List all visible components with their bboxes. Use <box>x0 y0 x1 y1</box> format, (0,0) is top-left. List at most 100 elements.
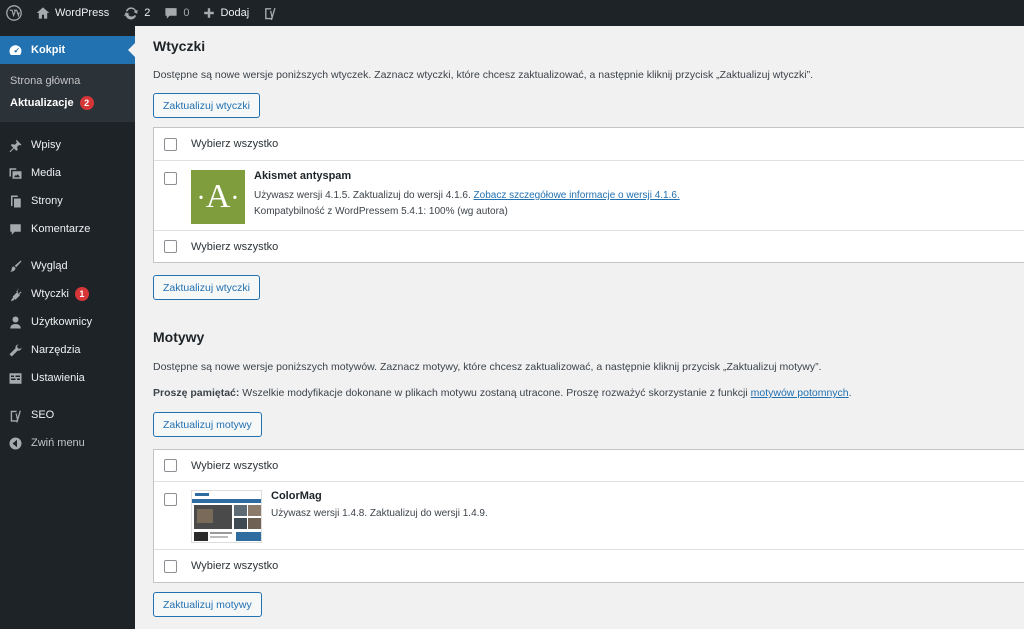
menu-posts-label: Wpisy <box>31 139 61 151</box>
menu-appearance[interactable]: Wygląd <box>0 252 135 280</box>
comments-menu[interactable]: 0 <box>157 0 196 26</box>
updates-badge: 2 <box>79 96 94 110</box>
themes-notice: Proszę pamiętać: Wszelkie modyfikacje do… <box>153 387 852 399</box>
updates-count: 2 <box>144 7 151 19</box>
menu-settings-label: Ustawienia <box>31 372 85 384</box>
site-name-menu[interactable]: WordPress <box>29 0 116 26</box>
update-plugins-button-top[interactable]: Zaktualizuj wtyczki <box>153 93 260 118</box>
dashboard-submenu: Strona główna Aktualizacje 2 <box>0 64 135 122</box>
menu-posts[interactable]: Wpisy <box>0 131 135 159</box>
plugin-name: Akismet antyspam <box>254 170 352 182</box>
updates-icon <box>124 7 138 20</box>
plugins-select-all-bottom: Wybierz wszystko <box>154 231 1024 262</box>
comments-count: 0 <box>183 7 190 19</box>
plugins-select-all-top: Wybierz wszystko <box>154 128 1024 161</box>
select-all-checkbox[interactable] <box>164 137 177 151</box>
akismet-logo: ·A· <box>191 170 245 224</box>
select-all-label[interactable]: Wybierz wszystko <box>191 138 278 150</box>
collapse-icon <box>9 437 22 449</box>
menu-comments[interactable]: Komentarze <box>0 215 135 243</box>
theme-checkbox[interactable] <box>164 493 177 506</box>
plugin-icon <box>11 288 22 301</box>
new-content-menu[interactable]: Dodaj <box>196 0 256 26</box>
menu-tools[interactable]: Narzędzia <box>0 336 135 364</box>
pin-icon <box>9 139 22 152</box>
menu-media[interactable]: Media <box>0 159 135 187</box>
menu-dashboard-label: Kokpit <box>31 44 66 56</box>
menu-tools-label: Narzędzia <box>31 344 81 356</box>
menu-collapse-label: Zwiń menu <box>31 437 85 449</box>
select-all-checkbox[interactable] <box>164 240 177 253</box>
submenu-updates[interactable]: Aktualizacje 2 <box>0 92 135 114</box>
plugin-version-text: Używasz wersji 4.1.5. Zaktualizuj do wer… <box>254 190 471 201</box>
menu-comments-label: Komentarze <box>31 223 91 235</box>
admin-bar: WordPress 2 0 Dodaj <box>0 0 1024 26</box>
themes-heading: Motywy <box>153 329 205 345</box>
plugin-info: Akismet antyspam Używasz wersji 4.1.5. Z… <box>254 170 680 220</box>
admin-sidebar: Kokpit Strona główna Aktualizacje 2 Wpis… <box>0 26 135 629</box>
user-icon <box>10 316 21 328</box>
submenu-home-label: Strona główna <box>10 75 81 87</box>
home-icon <box>36 7 50 19</box>
themes-notice-end: . <box>848 387 852 399</box>
plugins-description: Dostępne są nowe wersje poniższych wtycz… <box>153 69 813 81</box>
comment-icon <box>10 223 21 235</box>
menu-pages[interactable]: Strony <box>0 187 135 215</box>
plugins-table: Wybierz wszystko ·A· Akismet antyspam Uż… <box>153 127 1024 263</box>
plugin-compat: Kompatybilność z WordPressem 5.4.1: 100%… <box>254 206 508 217</box>
menu-users[interactable]: Użytkownicy <box>0 308 135 336</box>
plugin-details-link[interactable]: Zobacz szczegółowe informacje o wersji 4… <box>474 190 680 201</box>
child-themes-link[interactable]: motywów potomnych <box>751 387 849 399</box>
comment-icon <box>165 8 177 19</box>
themes-notice-bold: Proszę pamiętać: <box>153 387 240 399</box>
select-all-checkbox[interactable] <box>164 459 177 472</box>
themes-description: Dostępne są nowe wersje poniższych motyw… <box>153 361 822 373</box>
settings-icon <box>9 372 22 384</box>
theme-row-colormag: ColorMag Używasz wersji 1.4.8. Zaktualiz… <box>154 482 1024 550</box>
menu-appearance-label: Wygląd <box>31 260 68 272</box>
yoast-icon <box>265 8 276 20</box>
select-all-label[interactable]: Wybierz wszystko <box>191 241 278 253</box>
plugins-badge: 1 <box>74 287 89 301</box>
menu-settings[interactable]: Ustawienia <box>0 364 135 392</box>
plugin-row-akismet: ·A· Akismet antyspam Używasz wersji 4.1.… <box>154 161 1024 231</box>
plus-icon <box>204 8 215 18</box>
plugin-version-line: Używasz wersji 4.1.5. Zaktualizuj do wer… <box>254 188 680 204</box>
site-name: WordPress <box>55 7 110 19</box>
theme-info: ColorMag Używasz wersji 1.4.8. Zaktualiz… <box>271 490 488 522</box>
menu-seo-label: SEO <box>31 409 55 421</box>
themes-select-all-top: Wybierz wszystko <box>154 450 1024 482</box>
wordpress-logo-icon <box>6 5 22 21</box>
yoast-menu[interactable] <box>256 0 284 26</box>
select-all-label[interactable]: Wybierz wszystko <box>191 460 278 472</box>
colormag-screenshot <box>191 490 262 543</box>
page-icon <box>11 195 21 207</box>
menu-plugins[interactable]: Wtyczki 1 <box>0 280 135 308</box>
wp-logo-menu[interactable] <box>0 0 29 26</box>
submenu-home[interactable]: Strona główna <box>0 70 135 92</box>
menu-users-label: Użytkownicy <box>31 316 93 328</box>
update-themes-button-bottom[interactable]: Zaktualizuj motywy <box>153 592 262 617</box>
select-all-checkbox[interactable] <box>164 559 177 573</box>
plugin-checkbox[interactable] <box>164 172 177 185</box>
brush-icon <box>10 260 22 272</box>
theme-name: ColorMag <box>271 490 322 502</box>
themes-select-all-bottom: Wybierz wszystko <box>154 550 1024 582</box>
menu-pages-label: Strony <box>31 195 63 207</box>
plugins-heading: Wtyczki <box>153 38 206 54</box>
update-plugins-button-bottom[interactable]: Zaktualizuj wtyczki <box>153 275 260 300</box>
yoast-icon <box>10 410 21 422</box>
menu-plugins-label: Wtyczki <box>31 288 69 300</box>
menu-dashboard[interactable]: Kokpit <box>0 36 135 64</box>
themes-notice-text: Wszelkie modyfikacje dokonane w plikach … <box>242 387 748 399</box>
akismet-logo-letter: ·A· <box>196 178 240 215</box>
wrench-icon <box>9 343 22 356</box>
menu-collapse[interactable]: Zwiń menu <box>0 429 135 457</box>
new-label: Dodaj <box>220 7 250 19</box>
select-all-label[interactable]: Wybierz wszystko <box>191 560 278 572</box>
submenu-updates-label: Aktualizacje <box>10 97 74 109</box>
updates-menu[interactable]: 2 <box>116 0 157 26</box>
menu-seo[interactable]: SEO <box>0 401 135 429</box>
menu-media-label: Media <box>31 167 61 179</box>
update-themes-button-top[interactable]: Zaktualizuj motywy <box>153 412 262 437</box>
